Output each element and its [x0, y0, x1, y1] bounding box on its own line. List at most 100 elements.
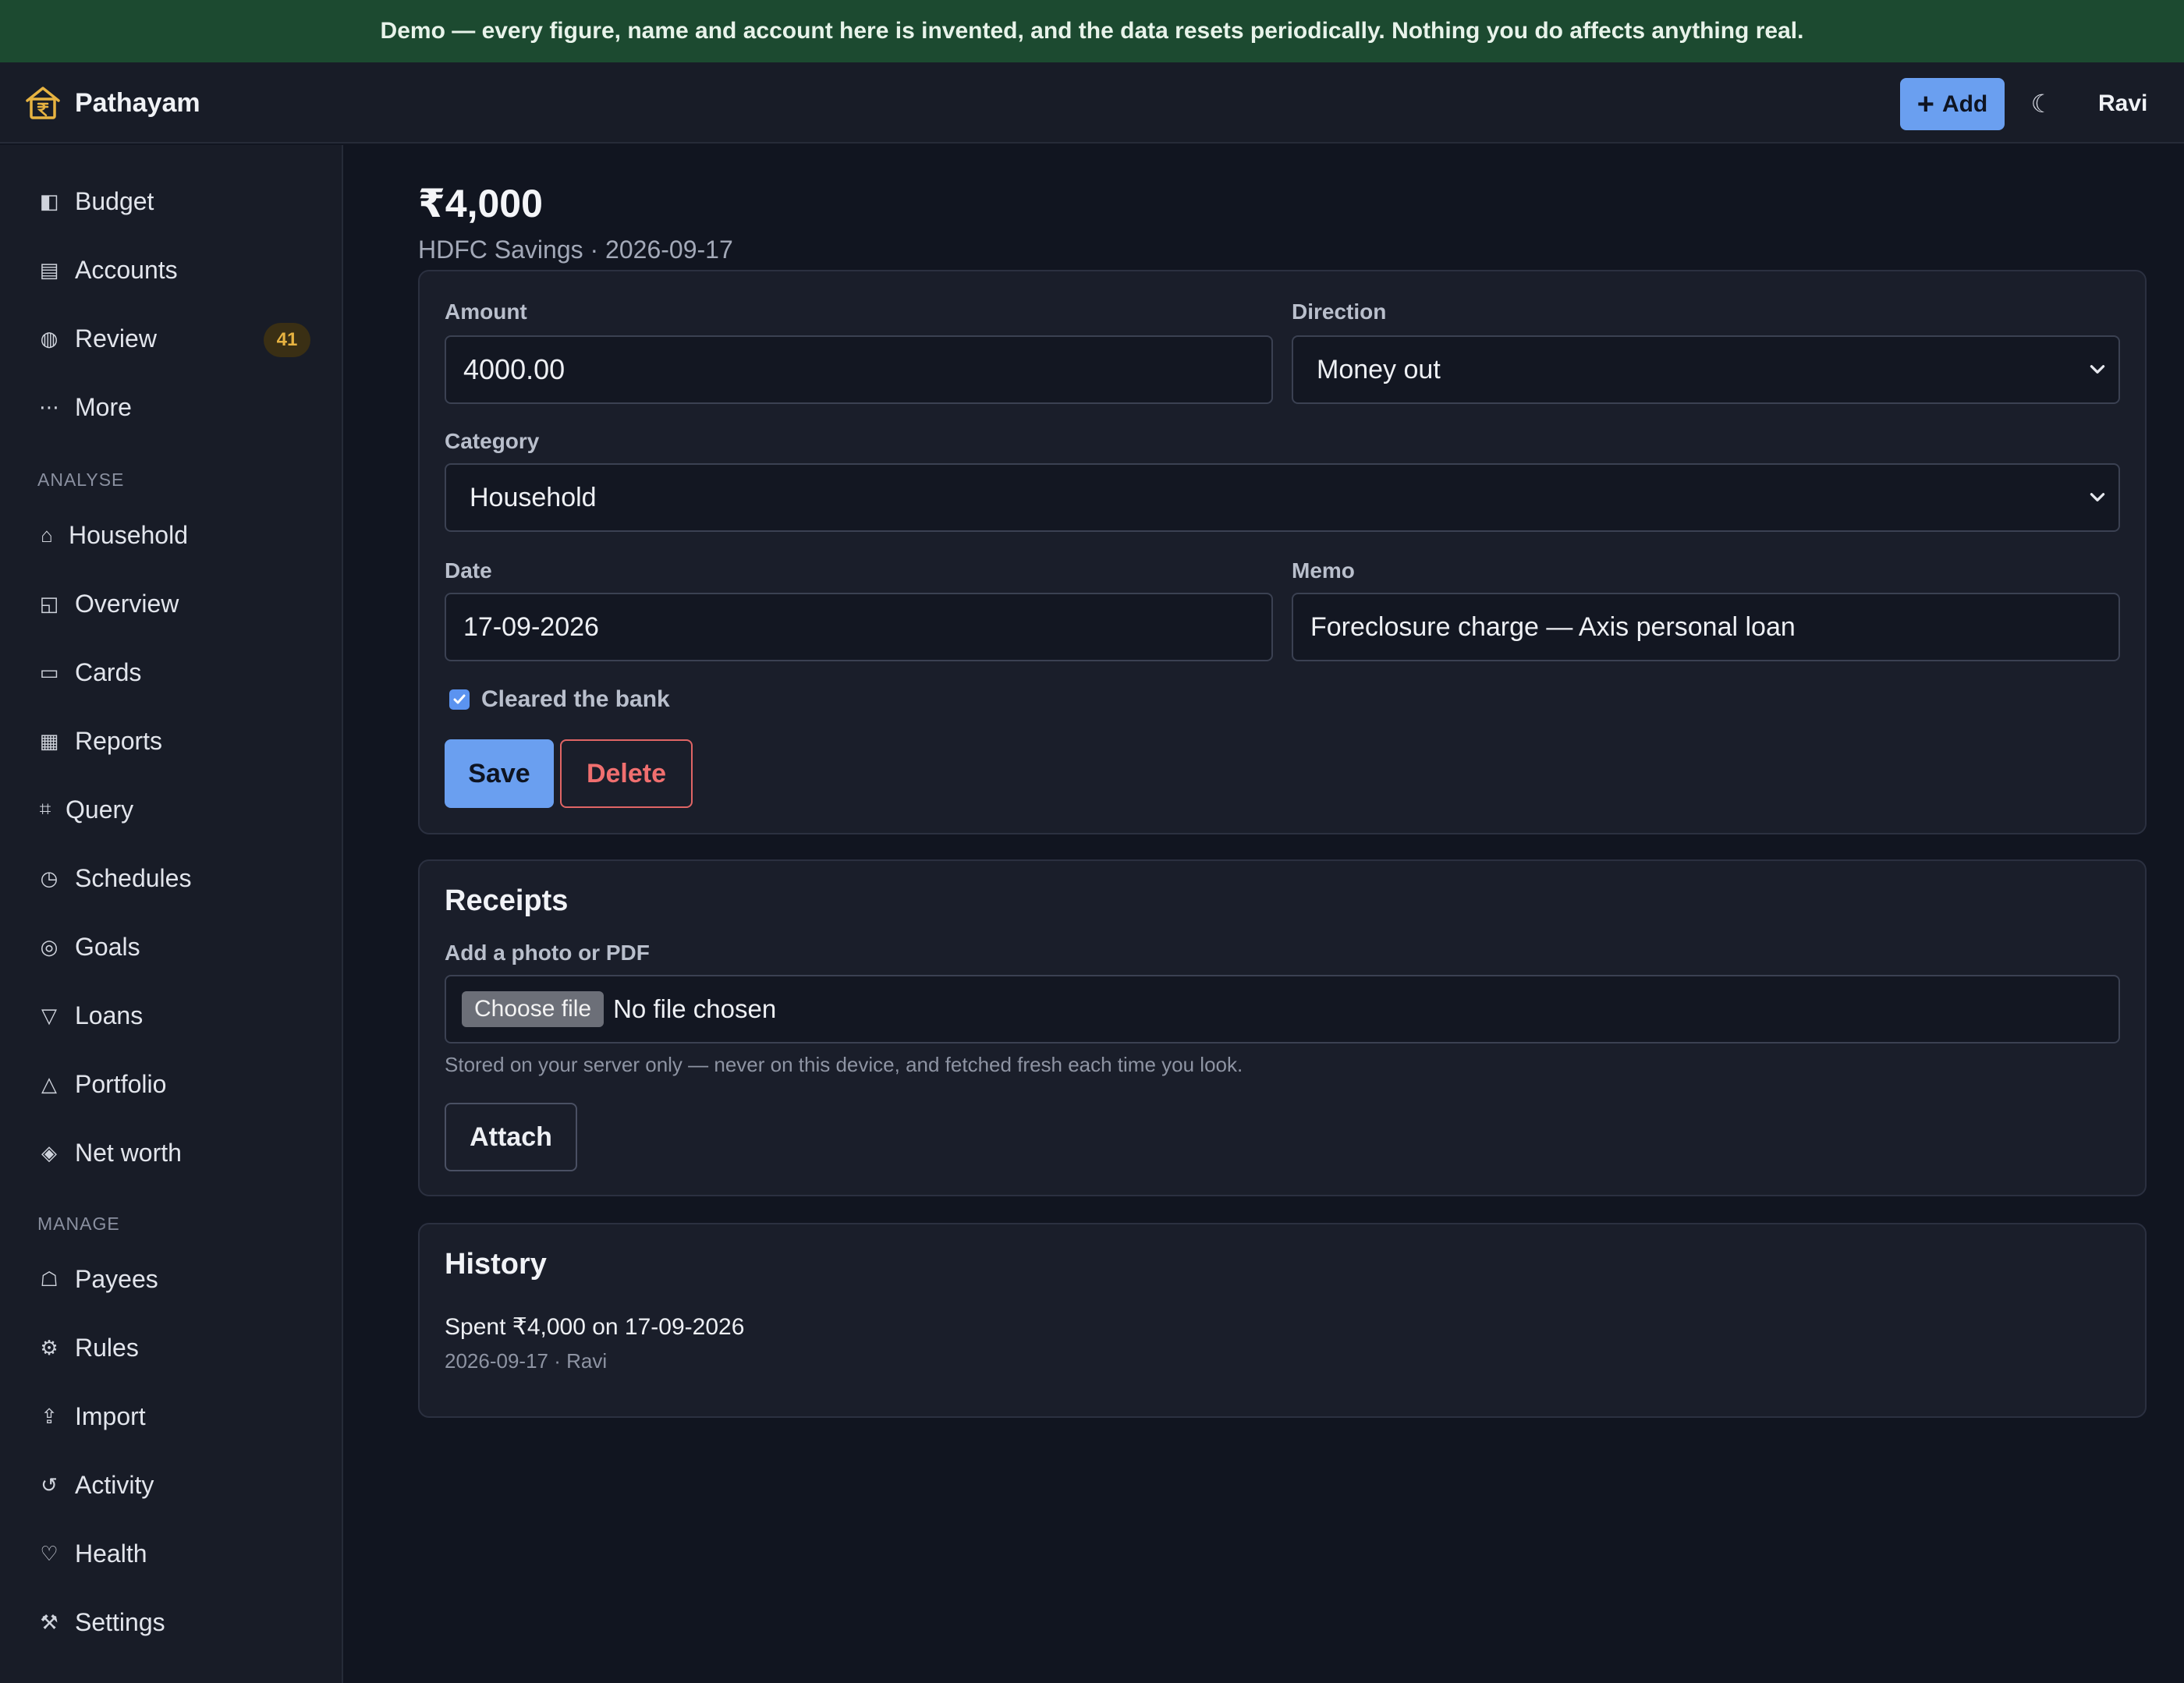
sidebar-item-label: More — [75, 392, 132, 421]
review-count-badge: 41 — [264, 323, 310, 357]
sidebar-item-household[interactable]: ⌂ Household — [37, 513, 310, 557]
section-heading-manage: MANAGE — [37, 1214, 120, 1234]
sidebar-item-budget[interactable]: ◧ Budget — [37, 179, 310, 223]
sidebar-item-loans[interactable]: ▽ Loans — [37, 994, 310, 1037]
house-rupee-icon — [26, 87, 60, 119]
app-name: Pathayam — [75, 87, 200, 118]
household-icon: ⌂ — [41, 523, 53, 547]
rules-icon: ⚙ — [40, 1335, 58, 1359]
user-menu[interactable]: Ravi — [2098, 84, 2147, 123]
demo-banner-text: Demo — every figure, name and account he… — [380, 18, 1804, 44]
query-icon: ⌗ — [39, 797, 51, 820]
more-icon: ⋯ — [39, 395, 59, 419]
receipt-file-input[interactable]: Choose file No file chosen — [445, 975, 2120, 1043]
sidebar-item-goals[interactable]: ◎ Goals — [37, 925, 310, 969]
history-title: History — [445, 1248, 547, 1281]
file-label: Add a photo or PDF — [445, 941, 650, 965]
cleared-checkbox[interactable] — [449, 689, 470, 710]
direction-value: Money out — [1317, 354, 1441, 384]
sidebar-item-label: Goals — [75, 932, 140, 961]
budget-icon: ◧ — [39, 189, 59, 213]
sidebar-item-net-worth[interactable]: ◈ Net worth — [37, 1131, 310, 1175]
goals-icon: ◎ — [40, 934, 58, 958]
amount-input[interactable]: 4000.00 — [445, 335, 1273, 404]
sidebar-item-overview[interactable]: ◱ Overview — [37, 582, 310, 625]
portfolio-icon: △ — [41, 1072, 57, 1096]
settings-icon: ⚒ — [40, 1610, 58, 1634]
choose-file-button[interactable]: Choose file — [462, 991, 604, 1027]
sidebar-item-label: Budget — [75, 186, 154, 215]
sidebar-item-label: Import — [75, 1401, 146, 1430]
overview-icon: ◱ — [39, 591, 59, 615]
sidebar-item-label: Settings — [75, 1607, 165, 1636]
sidebar-item-label: Query — [66, 795, 134, 824]
sidebar: ◧ Budget ▤ Accounts ◍ Review 41 ⋯ More A… — [0, 145, 343, 1683]
amount-label: Amount — [445, 299, 527, 324]
sidebar-item-label: Net worth — [75, 1138, 182, 1167]
health-icon: ♡ — [40, 1541, 58, 1565]
sidebar-item-label: Cards — [75, 657, 142, 686]
review-icon: ◍ — [40, 326, 58, 350]
sidebar-item-label: Household — [69, 520, 188, 549]
memo-input[interactable]: Foreclosure charge — Axis personal loan — [1292, 593, 2120, 661]
schedules-icon: ◷ — [40, 866, 58, 890]
sidebar-item-reports[interactable]: ▦ Reports — [37, 719, 310, 763]
chevron-down-icon — [2090, 493, 2105, 501]
add-button[interactable]: + Add — [1900, 78, 2005, 130]
net-worth-icon: ◈ — [41, 1140, 57, 1164]
sidebar-item-schedules[interactable]: ◷ Schedules — [37, 856, 310, 900]
brand-link[interactable]: Pathayam — [23, 83, 200, 123]
delete-button[interactable]: Delete — [560, 739, 693, 808]
sidebar-item-accounts[interactable]: ▤ Accounts — [37, 248, 310, 292]
sidebar-item-label: Review — [75, 324, 157, 353]
check-icon — [453, 694, 466, 704]
sidebar-item-label: Payees — [75, 1264, 158, 1293]
sidebar-item-settings[interactable]: ⚒ Settings — [37, 1600, 310, 1644]
date-input[interactable]: 17-09-2026 — [445, 593, 1273, 661]
payees-icon: ☖ — [40, 1267, 58, 1291]
category-value: Household — [470, 482, 597, 512]
receipts-title: Receipts — [445, 884, 569, 917]
import-icon: ⇪ — [41, 1404, 58, 1428]
sidebar-item-health[interactable]: ♡ Health — [37, 1532, 310, 1575]
chevron-down-icon — [2090, 365, 2105, 374]
category-select[interactable]: Household — [445, 463, 2120, 532]
top-bar: Pathayam + Add ☾ Ravi — [0, 62, 2184, 143]
sidebar-item-rules[interactable]: ⚙ Rules — [37, 1326, 310, 1369]
sidebar-item-query[interactable]: ⌗ Query — [37, 788, 310, 831]
sidebar-item-label: Overview — [75, 589, 179, 618]
sidebar-item-activity[interactable]: ↺ Activity — [37, 1463, 310, 1507]
sidebar-item-cards[interactable]: ▭ Cards — [37, 650, 310, 694]
moon-icon[interactable]: ☾ — [2026, 84, 2058, 123]
sidebar-item-label: Portfolio — [75, 1069, 167, 1098]
attach-button[interactable]: Attach — [445, 1103, 577, 1171]
save-button[interactable]: Save — [445, 739, 554, 808]
sidebar-item-label: Accounts — [75, 255, 178, 284]
sidebar-item-label: Rules — [75, 1333, 139, 1362]
history-entry-meta: 2026-09-17 · Ravi — [445, 1349, 608, 1373]
sidebar-item-label: Schedules — [75, 863, 192, 892]
direction-select[interactable]: Money out — [1292, 335, 2120, 404]
sidebar-item-more[interactable]: ⋯ More — [37, 385, 310, 429]
sidebar-item-portfolio[interactable]: △ Portfolio — [37, 1062, 310, 1106]
cleared-label[interactable]: Cleared the bank — [481, 686, 670, 713]
sidebar-item-label: Activity — [75, 1470, 154, 1499]
sidebar-item-label: Loans — [75, 1001, 144, 1029]
sidebar-item-payees[interactable]: ☖ Payees — [37, 1257, 310, 1301]
sidebar-item-import[interactable]: ⇪ Import — [37, 1394, 310, 1438]
activity-icon: ↺ — [41, 1472, 58, 1497]
sidebar-item-label: Health — [75, 1539, 147, 1568]
sidebar-item-review[interactable]: ◍ Review 41 — [37, 317, 310, 360]
sidebar-item-label: Reports — [75, 726, 163, 755]
memo-label: Memo — [1292, 558, 1355, 583]
direction-label: Direction — [1292, 299, 1387, 324]
category-label: Category — [445, 429, 540, 453]
demo-banner: Demo — every figure, name and account he… — [0, 0, 2184, 62]
page-subtitle: HDFC Savings · 2026-09-17 — [418, 236, 733, 264]
plus-icon: + — [1916, 87, 1934, 121]
reports-icon: ▦ — [39, 728, 59, 753]
date-label: Date — [445, 558, 492, 583]
section-heading-analyse: ANALYSE — [37, 469, 125, 490]
file-status: No file chosen — [613, 994, 777, 1023]
accounts-icon: ▤ — [39, 257, 59, 282]
